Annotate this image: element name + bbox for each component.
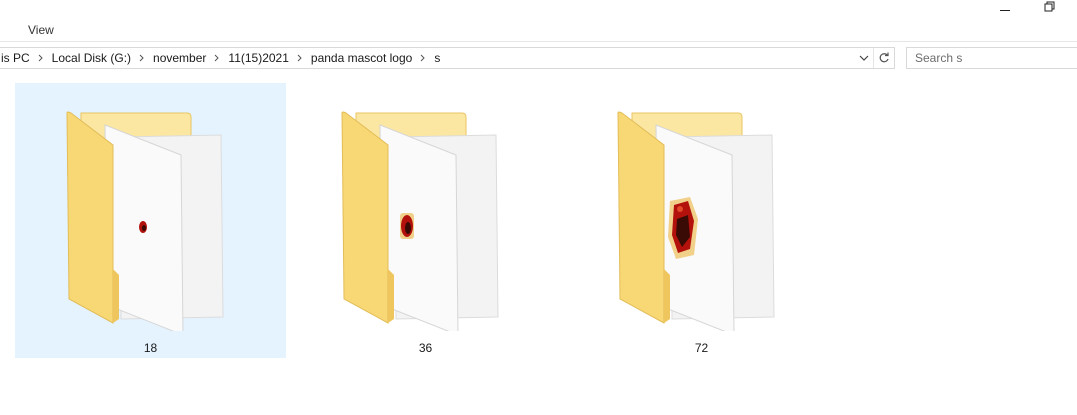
chevron-right-icon[interactable] xyxy=(292,54,308,62)
folder-item[interactable]: 18 xyxy=(15,83,286,358)
search-box[interactable] xyxy=(906,47,1077,69)
breadcrumb: is PC Local Disk (G:) november 11(15)202… xyxy=(0,48,443,68)
search-input[interactable] xyxy=(915,49,1075,67)
chevron-right-icon[interactable] xyxy=(134,54,150,62)
folder-name: 72 xyxy=(694,341,709,355)
chevron-down-icon xyxy=(859,55,869,61)
breadcrumb-november[interactable]: november xyxy=(150,51,209,65)
chevron-right-icon[interactable] xyxy=(33,54,49,62)
address-history-dropdown[interactable] xyxy=(857,50,871,66)
folder-icon xyxy=(617,111,775,331)
minimize-icon xyxy=(1000,9,1010,11)
folder-icon xyxy=(341,111,499,331)
breadcrumb-local-disk[interactable]: Local Disk (G:) xyxy=(49,51,134,65)
refresh-button[interactable] xyxy=(873,48,894,68)
address-bar[interactable]: is PC Local Disk (G:) november 11(15)202… xyxy=(0,47,895,69)
chevron-right-icon[interactable] xyxy=(415,54,431,62)
folder-name: 18 xyxy=(143,341,158,355)
refresh-icon xyxy=(879,52,889,63)
ribbon-divider xyxy=(0,41,1077,42)
ribbon-tabs: View xyxy=(0,0,1077,44)
breadcrumb-s[interactable]: s xyxy=(431,51,443,65)
restore-button[interactable] xyxy=(1035,0,1065,14)
folder-item[interactable]: 36 xyxy=(290,83,561,358)
breadcrumb-this-pc[interactable]: is PC xyxy=(0,51,33,65)
chevron-right-icon[interactable] xyxy=(209,54,225,62)
breadcrumb-date-folder[interactable]: 11(15)2021 xyxy=(225,51,292,65)
folder-name: 36 xyxy=(418,341,433,355)
minimize-button[interactable] xyxy=(990,0,1020,14)
restore-icon xyxy=(1044,1,1055,12)
folder-icon xyxy=(66,111,224,331)
tab-view[interactable]: View xyxy=(28,23,54,37)
folder-item[interactable]: 72 xyxy=(566,83,837,358)
breadcrumb-panda-mascot-logo[interactable]: panda mascot logo xyxy=(308,51,415,65)
